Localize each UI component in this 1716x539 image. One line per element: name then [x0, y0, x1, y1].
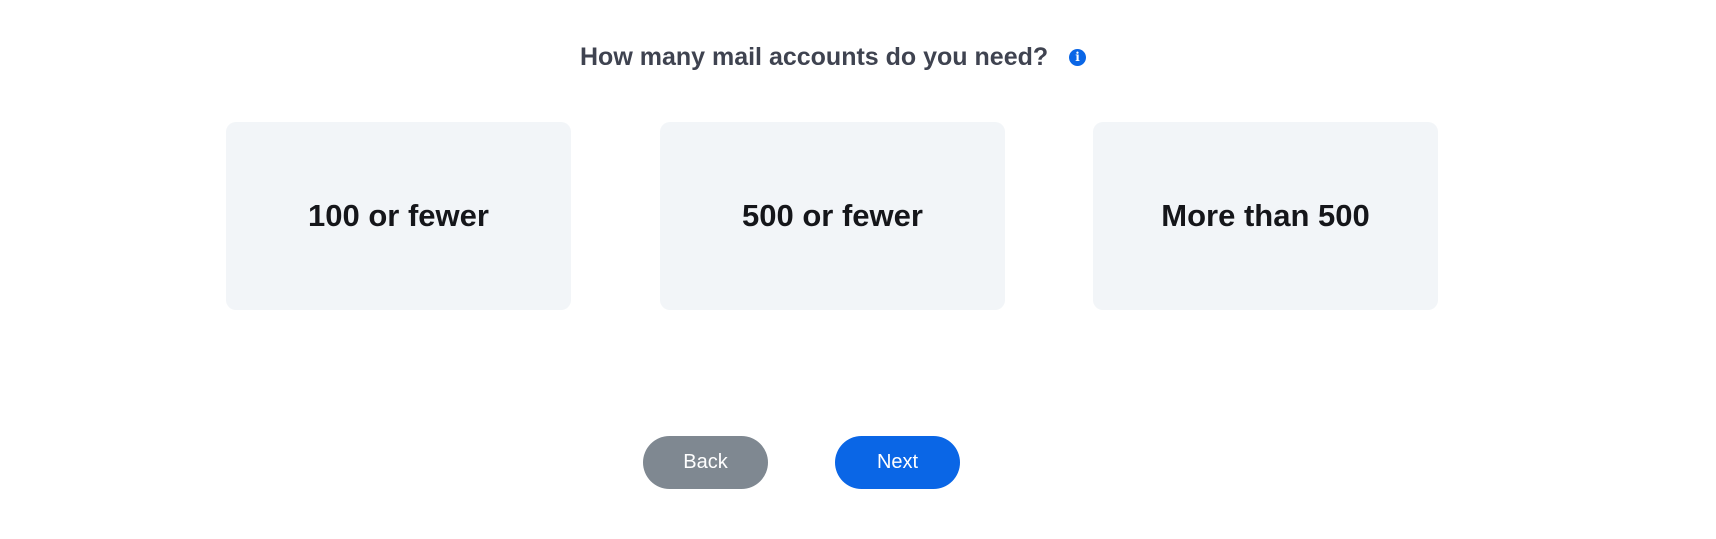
option-label: 100 or fewer — [308, 198, 489, 233]
option-card-100-or-fewer[interactable]: 100 or fewer — [226, 122, 571, 310]
option-card-more-than-500[interactable]: More than 500 — [1093, 122, 1438, 310]
question-title: How many mail accounts do you need? — [580, 43, 1049, 71]
option-label: 500 or fewer — [742, 198, 923, 233]
back-button[interactable]: Back — [643, 436, 768, 489]
option-label: More than 500 — [1161, 198, 1370, 233]
option-card-500-or-fewer[interactable]: 500 or fewer — [660, 122, 1005, 310]
info-icon[interactable]: i — [1069, 49, 1086, 66]
question-header: How many mail accounts do you need? i — [0, 38, 1716, 78]
next-button[interactable]: Next — [835, 436, 960, 489]
